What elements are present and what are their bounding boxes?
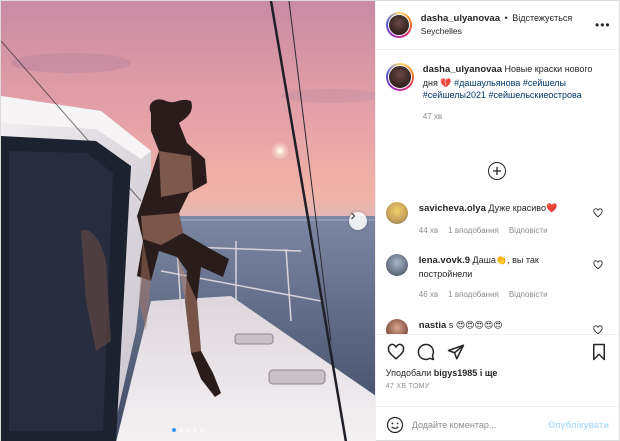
post-side-panel: dasha_ulyanovaa • Відстежується Seychell…	[374, 1, 619, 441]
plus-circle-icon	[492, 167, 501, 175]
heart-icon[interactable]	[593, 208, 603, 218]
separator: •	[504, 13, 508, 23]
chevron-right-icon	[351, 212, 356, 220]
comment-icon	[417, 343, 435, 360]
clap-emoji: 👏	[495, 255, 508, 265]
hashtag-link[interactable]: #сейшелы	[523, 78, 566, 88]
comment-username[interactable]: nastia	[419, 320, 446, 331]
heart-eyes-emoji: 😍😍😍😍😍	[455, 320, 503, 330]
comment-text: Даша	[472, 255, 496, 265]
comment-likes[interactable]: 1 вподобання	[448, 289, 499, 302]
save-button[interactable]	[589, 342, 609, 362]
comment-likes[interactable]: 1 вподобання	[448, 225, 499, 238]
carousel-dot	[185, 428, 190, 432]
load-more-comments-button[interactable]	[487, 162, 506, 180]
share-icon	[447, 344, 465, 359]
post-photo[interactable]	[1, 1, 375, 441]
comment-username[interactable]: savicheva.olya	[419, 203, 486, 214]
liked-by-prefix: Уподобали	[385, 368, 432, 378]
post-caption: dasha_ulyanovaa Новые краски нового дня …	[385, 63, 611, 124]
post-actions: Уподобали bigys1985 і ще 47 ХВ ТОМУ Опуб…	[375, 334, 619, 441]
author-username[interactable]: dasha_ulyanovaa	[421, 13, 500, 24]
caption-username[interactable]: dasha_ulyanovaa	[423, 64, 502, 75]
location-link[interactable]: Seychelles	[421, 25, 595, 38]
carousel-indicator	[1, 428, 375, 432]
comment-avatar[interactable]	[385, 254, 408, 276]
comment-input[interactable]	[411, 419, 549, 430]
follow-status-button[interactable]: Відстежується	[512, 13, 572, 23]
comment-text: s	[448, 320, 454, 330]
like-button[interactable]	[386, 342, 406, 362]
hashtag-link[interactable]: #дашаульянова	[454, 78, 520, 88]
hashtag-link[interactable]: #сейшельскиеострова	[489, 90, 582, 100]
next-slide-button[interactable]	[349, 212, 367, 230]
comment-button[interactable]	[416, 342, 436, 362]
liked-by-username[interactable]: bigys1985	[434, 368, 478, 378]
comment-text: Дуже красиво	[488, 203, 546, 213]
instagram-post: dasha_ulyanovaa • Відстежується Seychell…	[0, 0, 620, 441]
comment-username[interactable]: lena.vovk.9	[419, 255, 470, 266]
comment-item: lena.vovk.9 Даша👏, вы так постройнели 46…	[385, 254, 611, 302]
carousel-dot	[178, 428, 183, 432]
broken-heart-emoji: 💔	[440, 77, 452, 88]
more-options-button[interactable]: •••	[595, 18, 611, 32]
share-button[interactable]	[446, 342, 466, 362]
publish-button[interactable]: Опублікувати	[548, 420, 609, 430]
smiley-icon[interactable]	[386, 416, 404, 434]
comment-avatar[interactable]	[385, 202, 408, 224]
liked-by-others[interactable]: і ще	[480, 368, 498, 378]
hashtag-link[interactable]: #сейшелы2021	[423, 90, 486, 100]
heart-icon[interactable]	[593, 260, 603, 270]
caption-avatar[interactable]	[385, 63, 414, 91]
post-timestamp[interactable]: 47 ХВ ТОМУ	[376, 383, 619, 390]
heart-emoji: ❤️	[545, 203, 558, 213]
comment-time[interactable]: 44 хв	[419, 225, 438, 238]
bookmark-icon	[593, 343, 605, 360]
caption-time[interactable]: 47 хв	[423, 111, 442, 124]
reply-button[interactable]: Відповісти	[509, 289, 548, 302]
heart-icon	[387, 343, 405, 360]
comment-time[interactable]: 46 хв	[419, 289, 438, 302]
liked-by: Уподобали bigys1985 і ще	[376, 368, 619, 379]
carousel-dot	[171, 428, 176, 432]
avatar[interactable]	[385, 12, 412, 38]
carousel-dot	[199, 428, 204, 432]
comment-item: savicheva.olya Дуже красиво❤️ 44 хв 1 вп…	[385, 202, 611, 238]
carousel-dot	[192, 428, 197, 432]
ellipsis-icon: •••	[595, 18, 611, 32]
post-header: dasha_ulyanovaa • Відстежується Seychell…	[375, 1, 619, 50]
reply-button[interactable]: Відповісти	[509, 225, 548, 238]
add-comment-bar: Опублікувати	[375, 406, 619, 441]
photo-scene	[1, 1, 375, 441]
